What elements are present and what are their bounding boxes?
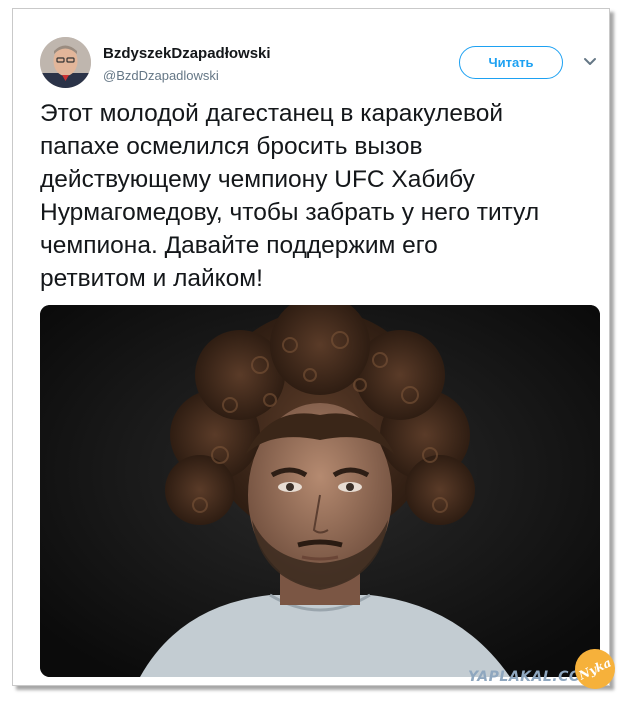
photo-portrait-curly-hair-icon [40, 305, 600, 677]
chevron-down-icon[interactable] [582, 55, 598, 69]
avatar[interactable] [40, 37, 91, 88]
avatar-portrait-icon [40, 37, 91, 88]
tweet-photo[interactable] [40, 305, 600, 677]
follow-button[interactable]: Читать [459, 46, 563, 79]
user-handle[interactable]: @BzdDzapadlowski [103, 68, 219, 83]
tweet-text: Этот молодой дагестанец в каракулевой па… [40, 100, 540, 292]
display-name[interactable]: BzdyszekDzapadłowski [103, 45, 271, 62]
tweet-card: BzdyszekDzapadłowski @BzdDzapadlowski Чи… [12, 8, 621, 696]
